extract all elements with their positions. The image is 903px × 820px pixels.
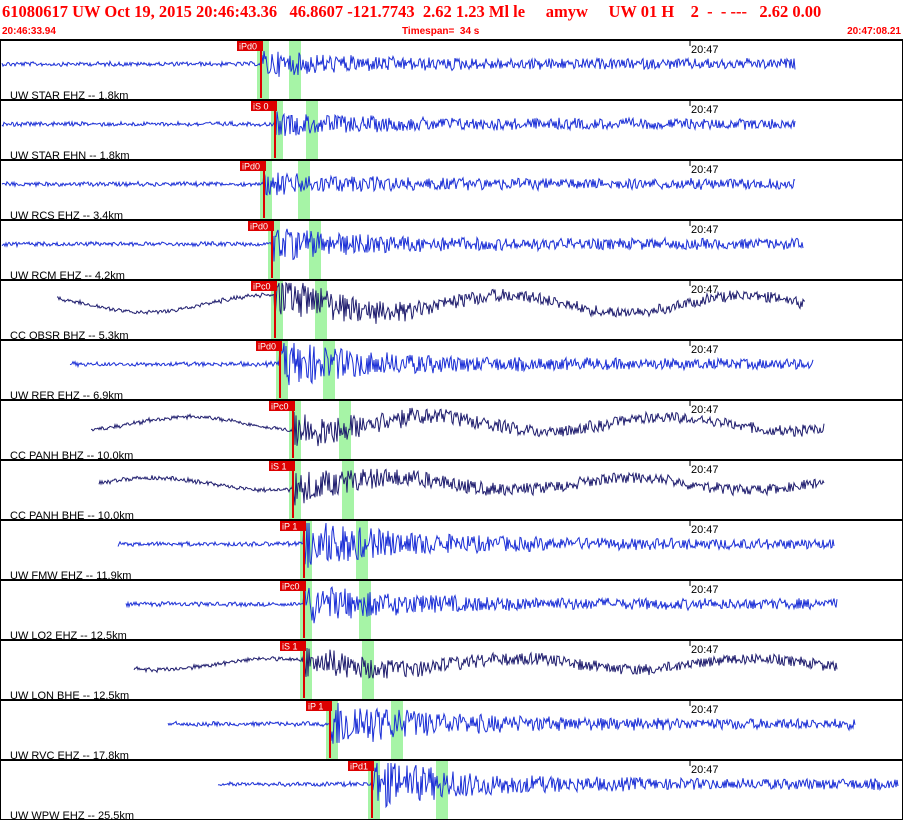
pick-label: iP 1 — [308, 702, 323, 712]
pick-label: iPd1 — [350, 762, 368, 772]
station-label: UW LON BHE -- 12.5km — [10, 690, 129, 702]
station-label: UW FMW EHZ -- 11.9km — [10, 570, 131, 582]
s-phase-window — [306, 101, 318, 159]
minute-tick-label: 20:47 — [691, 584, 719, 596]
waveform-trace — [1, 111, 796, 136]
trace-row: iS 1 20:47 CC PANH BHE -- 10.0km — [10, 461, 825, 522]
trace-row: iPd1 20:47 UW WPW EHZ -- 25.5km — [10, 761, 899, 820]
station-label: UW LO2 EHZ -- 12.5km — [10, 630, 127, 642]
seismogram-panel: iPd0 20:47 UW STAR EHZ -- 1.8km iS 0 20:47 UW… — [0, 39, 903, 820]
waveform-trace — [167, 702, 856, 744]
minute-tick-label: 20:47 — [691, 464, 719, 476]
s-phase-window — [436, 761, 448, 819]
station-label: CC PANH BHZ -- 10.0km — [10, 450, 133, 462]
waveform-trace — [1, 171, 796, 196]
minute-tick-label: 20:47 — [691, 164, 719, 176]
pick-label: iS 1 — [282, 642, 298, 652]
pick-label: iPd0 — [239, 42, 257, 52]
waveform-trace — [1, 51, 796, 77]
pick-label: iPd0 — [258, 342, 276, 352]
pick-label: iPc0 — [271, 402, 289, 412]
waveform-trace — [133, 647, 838, 679]
waveform-trace — [117, 522, 835, 568]
station-label: UW WPW EHZ -- 25.5km — [10, 810, 134, 820]
minute-tick-label: 20:47 — [691, 764, 719, 776]
trace-row: iPd0 20:47 UW RCM EHZ -- 4.2km — [1, 221, 804, 282]
waveform-trace — [217, 762, 899, 809]
trace-row: iP 1 20:47 UW RVC EHZ -- 17.8km — [10, 701, 856, 762]
station-label: UW STAR EHN -- 1.8km — [10, 150, 130, 162]
waveform-trace — [1, 228, 804, 262]
station-label: CC PANH BHE -- 10.0km — [10, 510, 134, 522]
station-label: UW RVC EHZ -- 17.8km — [10, 750, 129, 762]
trace-row: iPd0 20:47 UW RER EHZ -- 6.9km — [10, 341, 814, 402]
station-label: UW RCS EHZ -- 3.4km — [10, 210, 123, 222]
pick-label: iPc0 — [282, 582, 300, 592]
minute-tick-label: 20:47 — [691, 284, 719, 296]
minute-tick-label: 20:47 — [691, 644, 719, 656]
minute-tick-label: 20:47 — [691, 224, 719, 236]
station-label: CC OBSR BHZ -- 5.3km — [10, 330, 129, 342]
minute-tick-label: 20:47 — [691, 524, 719, 536]
minute-tick-label: 20:47 — [691, 44, 719, 56]
pick-label: iPc0 — [253, 282, 271, 292]
pick-label: iPd0 — [242, 162, 260, 172]
trace-row: iPd0 20:47 UW STAR EHZ -- 1.8km — [1, 41, 796, 102]
pick-label: iS 1 — [271, 462, 287, 472]
s-phase-window — [342, 461, 354, 519]
station-label: UW STAR EHZ -- 1.8km — [10, 90, 128, 102]
trace-row: iPc0 20:47 CC PANH BHZ -- 10.0km — [10, 401, 825, 462]
station-label: UW RCM EHZ -- 4.2km — [10, 270, 125, 282]
minute-tick-label: 20:47 — [691, 104, 719, 116]
trace-row: iS 1 20:47 UW LON BHE -- 12.5km — [10, 641, 838, 702]
s-phase-window — [356, 521, 368, 579]
trace-row: iS 0 20:47 UW STAR EHN -- 1.8km — [1, 101, 796, 162]
pick-label: iP 1 — [282, 522, 297, 532]
trace-row: iPd0 20:47 UW RCS EHZ -- 3.4km — [1, 161, 796, 222]
trace-row: iPc0 20:47 UW LO2 EHZ -- 12.5km — [10, 581, 838, 642]
minute-tick-label: 20:47 — [691, 704, 719, 716]
trace-row: iP 1 20:47 UW FMW EHZ -- 11.9km — [10, 521, 835, 582]
station-label: UW RER EHZ -- 6.9km — [10, 390, 123, 402]
pick-label: iPd0 — [250, 222, 268, 232]
minute-tick-label: 20:47 — [691, 344, 719, 356]
waveform-trace — [125, 586, 838, 624]
pick-label: iS 0 — [253, 102, 269, 112]
minute-tick-label: 20:47 — [691, 404, 719, 416]
trace-row: iPc0 20:47 CC OBSR BHZ -- 5.3km — [10, 281, 805, 342]
